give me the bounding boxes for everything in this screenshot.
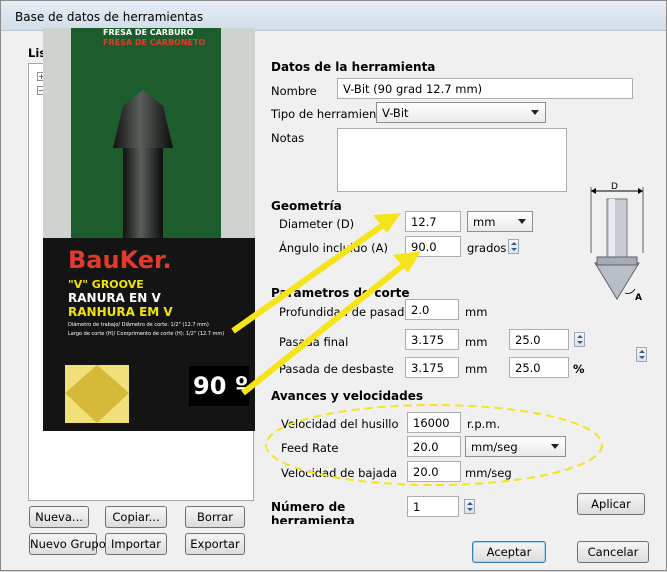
annotation-arrows	[231, 213, 421, 396]
tool-database-window: Base de datos de herramientas Lis + − FR…	[0, 0, 667, 571]
annotation-overlay	[231, 213, 603, 486]
annotation-ellipse	[265, 404, 603, 486]
